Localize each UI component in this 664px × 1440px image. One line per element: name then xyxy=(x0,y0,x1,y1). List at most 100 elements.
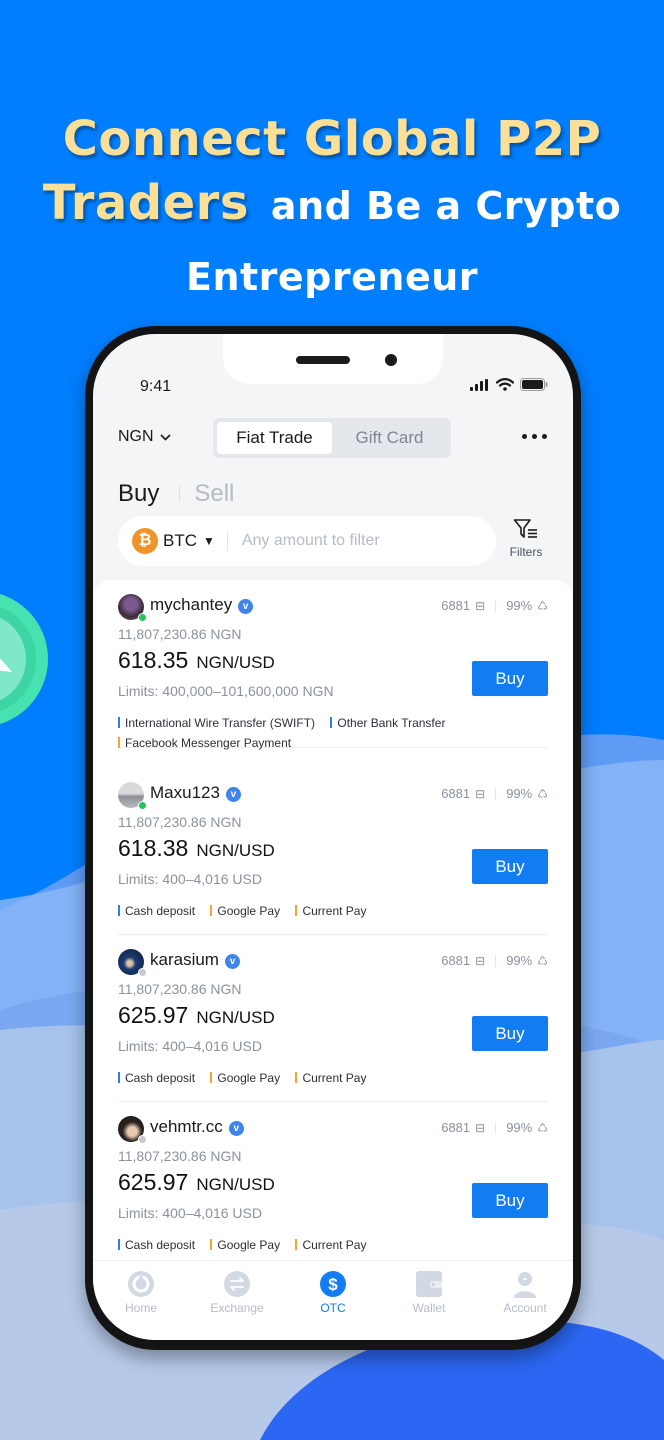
nav-label: Account xyxy=(503,1301,547,1315)
tab-gift-card[interactable]: Gift Card xyxy=(332,422,447,454)
chevron-down-icon xyxy=(159,433,171,441)
phone-notch xyxy=(223,334,443,384)
buy-button[interactable]: Buy xyxy=(472,849,548,884)
trader-name-text: karasium xyxy=(150,950,219,969)
payment-method: Cash deposit xyxy=(118,901,195,921)
order-count: 6881 xyxy=(441,598,471,613)
top-bar: NGN Fiat Trade Gift Card xyxy=(93,418,573,458)
signal-icon xyxy=(470,378,488,391)
trader-name-text: Maxu123 xyxy=(150,783,220,802)
tab-sell[interactable]: Sell xyxy=(194,480,234,508)
trader-name-text: mychantey xyxy=(150,595,233,614)
headline: Connect Global P2P Traders and Be a Crypt… xyxy=(0,108,664,307)
recycle-icon: ♺ xyxy=(537,953,548,968)
nav-home[interactable]: Home xyxy=(93,1261,189,1340)
available-amount: 11,807,230.86 NGN xyxy=(118,981,242,997)
nav-label: Wallet xyxy=(412,1301,446,1315)
offer-item: mychantey v 6881 ⊟ 99% ♺ 11,807,230.86 NG… xyxy=(118,580,548,750)
home-icon xyxy=(127,1270,155,1298)
price-unit: NGN/USD xyxy=(196,1008,275,1027)
price-value: 625.97 xyxy=(118,1002,189,1028)
wallet-icon xyxy=(415,1270,443,1298)
currency-label: NGN xyxy=(118,428,154,445)
limits: Limits: 400–4,016 USD xyxy=(118,871,262,887)
camera xyxy=(385,354,397,366)
more-horizontal-icon[interactable] xyxy=(522,428,547,445)
buy-button[interactable]: Buy xyxy=(472,1016,548,1051)
buy-button[interactable]: Buy xyxy=(472,1183,548,1218)
nav-otc[interactable]: $ OTC xyxy=(285,1261,381,1340)
limits: Limits: 400–4,016 USD xyxy=(118,1038,262,1054)
exchange-icon xyxy=(223,1270,251,1298)
verified-badge-icon: v xyxy=(224,954,240,969)
nav-label: Exchange xyxy=(210,1301,264,1315)
avatar[interactable] xyxy=(118,1116,147,1144)
payment-method: Google Pay xyxy=(210,1068,280,1088)
completion-rate: 99% xyxy=(506,598,533,613)
orders-icon: ⊟ xyxy=(475,598,486,613)
trader-name[interactable]: Maxu123 v xyxy=(150,783,241,803)
avatar[interactable] xyxy=(118,594,147,622)
trader-stats: 6881 ⊟ 99% ♺ xyxy=(441,953,548,968)
limits: Limits: 400,000–101,600,000 NGN xyxy=(118,683,334,699)
price-unit: NGN/USD xyxy=(196,841,275,860)
offer-item: karasium v 6881 ⊟ 99% ♺ 11,807,230.86 NGN… xyxy=(118,935,548,1102)
price-value: 618.35 xyxy=(118,647,189,673)
nav-label: OTC xyxy=(320,1301,346,1315)
offer-list: mychantey v 6881 ⊟ 99% ♺ 11,807,230.86 NG… xyxy=(93,580,573,1260)
speaker xyxy=(296,356,350,364)
tab-fiat-trade[interactable]: Fiat Trade xyxy=(217,422,332,454)
price-unit: NGN/USD xyxy=(196,1175,275,1194)
filters-label: Filters xyxy=(509,545,543,559)
trader-name[interactable]: vehmtr.cc v xyxy=(150,1117,244,1137)
buy-button[interactable]: Buy xyxy=(472,661,548,696)
tab-divider xyxy=(179,486,181,502)
coin-selector[interactable]: ₿ BTC ▼ xyxy=(132,528,215,554)
payment-method: Facebook Messenger Payment xyxy=(118,733,291,753)
verified-badge-icon: v xyxy=(238,599,254,614)
price: 618.35 NGN/USD xyxy=(118,647,275,674)
price: 625.97 NGN/USD xyxy=(118,1169,275,1196)
trader-stats: 6881 ⊟ 99% ♺ xyxy=(441,598,548,613)
available-amount: 11,807,230.86 NGN xyxy=(118,626,242,642)
available-amount: 11,807,230.86 NGN xyxy=(118,814,242,830)
filter-icon xyxy=(513,519,537,538)
headline-highlight: Traders xyxy=(42,175,249,231)
price: 618.38 NGN/USD xyxy=(118,835,275,862)
payment-method: Current Pay xyxy=(295,901,366,921)
coin-name: BTC xyxy=(163,531,197,550)
payment-method: Google Pay xyxy=(210,901,280,921)
trader-name[interactable]: mychantey v xyxy=(150,595,254,615)
headline-line-1: Connect Global P2P xyxy=(62,111,602,167)
headline-line-3: Entrepreneur xyxy=(185,255,479,299)
nav-wallet[interactable]: Wallet xyxy=(381,1261,477,1340)
search-row: ₿ BTC ▼ Filters xyxy=(118,516,548,568)
order-count: 6881 xyxy=(441,1120,471,1135)
limits: Limits: 400–4,016 USD xyxy=(118,1205,262,1221)
payment-methods: Cash deposit Google Pay Current Pay xyxy=(118,1068,478,1088)
avatar[interactable] xyxy=(118,949,147,977)
available-amount: 11,807,230.86 NGN xyxy=(118,1148,242,1164)
offline-status-dot xyxy=(138,968,147,977)
nav-exchange[interactable]: Exchange xyxy=(189,1261,285,1340)
amount-filter-input[interactable] xyxy=(241,532,472,550)
tab-buy[interactable]: Buy xyxy=(118,480,159,508)
app-screen: 9:41 NGN Fiat Trade Gift Card Buy Sell ₿… xyxy=(93,334,573,1340)
order-count: 6881 xyxy=(441,953,471,968)
recycle-icon: ♺ xyxy=(537,1120,548,1135)
verified-badge-icon: v xyxy=(228,1121,244,1136)
nav-label: Home xyxy=(124,1301,157,1315)
payment-method: Current Pay xyxy=(295,1235,366,1255)
currency-selector[interactable]: NGN xyxy=(118,428,171,446)
price-value: 625.97 xyxy=(118,1169,189,1195)
headline-line-2-rest: and Be a Crypto xyxy=(270,184,622,228)
price: 625.97 NGN/USD xyxy=(118,1002,275,1029)
trader-name[interactable]: karasium v xyxy=(150,950,240,970)
filters-button[interactable]: Filters xyxy=(504,518,548,559)
verified-badge-icon: v xyxy=(225,787,241,802)
avatar[interactable] xyxy=(118,782,147,810)
completion-rate: 99% xyxy=(506,953,533,968)
completion-rate: 99% xyxy=(506,1120,533,1135)
dollar-icon: $ xyxy=(319,1270,347,1298)
nav-account[interactable]: Account xyxy=(477,1261,573,1340)
